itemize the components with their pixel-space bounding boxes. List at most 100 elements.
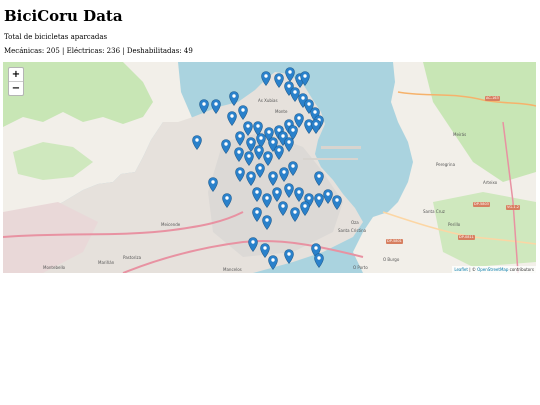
zoom-in-button[interactable]: + bbox=[9, 68, 23, 82]
page-title: BiciCoru Data bbox=[4, 7, 123, 25]
road-shield: DP-0811 bbox=[458, 235, 475, 240]
station-marker[interactable] bbox=[272, 187, 282, 202]
place-label: Peregrina bbox=[436, 162, 456, 167]
map-pin-icon bbox=[262, 193, 272, 208]
leaflet-link[interactable]: Leaflet bbox=[454, 267, 468, 272]
station-marker[interactable] bbox=[262, 193, 272, 208]
map-pin-icon bbox=[192, 135, 202, 150]
map-pin-icon bbox=[252, 207, 262, 222]
station-marker[interactable] bbox=[284, 183, 294, 198]
map-pin-icon bbox=[234, 147, 244, 162]
place-label: Mariñán bbox=[98, 260, 115, 265]
station-marker[interactable] bbox=[248, 237, 258, 252]
map-pin-icon bbox=[332, 195, 342, 210]
station-marker[interactable] bbox=[285, 67, 295, 82]
station-marker[interactable] bbox=[235, 131, 245, 146]
station-marker[interactable] bbox=[229, 91, 239, 106]
station-marker[interactable] bbox=[294, 187, 304, 202]
map-attribution: Leaflet | © OpenStreetMap contributors bbox=[452, 266, 536, 273]
map-pin-icon bbox=[208, 177, 218, 192]
map-pin-icon bbox=[278, 201, 288, 216]
place-label: Meirás bbox=[453, 132, 467, 137]
map-pin-icon bbox=[268, 171, 278, 186]
station-marker[interactable] bbox=[290, 207, 300, 222]
page-subtitle: Total de bicicletas aparcadas bbox=[4, 33, 108, 41]
map-tiles[interactable] bbox=[3, 62, 536, 273]
station-marker[interactable] bbox=[261, 71, 271, 86]
station-marker[interactable] bbox=[288, 161, 298, 176]
station-marker[interactable] bbox=[311, 119, 321, 134]
station-marker[interactable] bbox=[300, 71, 310, 86]
map-pin-icon bbox=[272, 187, 282, 202]
osm-link[interactable]: OpenStreetMap bbox=[477, 267, 508, 272]
map-pin-icon bbox=[248, 237, 258, 252]
place-label: Santa Cruz bbox=[423, 209, 445, 214]
station-marker[interactable] bbox=[278, 201, 288, 216]
map-pin-icon bbox=[274, 145, 284, 160]
station-marker[interactable] bbox=[222, 193, 232, 208]
station-marker[interactable] bbox=[255, 163, 265, 178]
pier-1 bbox=[321, 146, 361, 149]
road-shield: DP-5803 bbox=[473, 202, 490, 207]
station-marker[interactable] bbox=[268, 171, 278, 186]
station-marker[interactable] bbox=[221, 139, 231, 154]
map-pin-icon bbox=[244, 151, 254, 166]
station-marker[interactable] bbox=[199, 99, 209, 114]
map-pin-icon bbox=[290, 207, 300, 222]
place-label: Pastoriza bbox=[123, 255, 142, 260]
map-pin-icon bbox=[252, 187, 262, 202]
station-marker[interactable] bbox=[262, 215, 272, 230]
station-marker[interactable] bbox=[300, 201, 310, 216]
zoom-control: + − bbox=[8, 67, 24, 96]
place-label: Oza bbox=[351, 220, 359, 225]
place-label: Arteixo bbox=[483, 180, 498, 185]
place-label: Perillo bbox=[448, 222, 461, 227]
place-label: O Porto bbox=[353, 265, 368, 270]
station-marker[interactable] bbox=[238, 105, 248, 120]
map-pin-icon bbox=[199, 99, 209, 114]
station-marker[interactable] bbox=[235, 167, 245, 182]
map-pin-icon bbox=[261, 71, 271, 86]
map-pin-icon bbox=[314, 171, 324, 186]
place-label: Montebello bbox=[43, 265, 66, 270]
station-marker[interactable] bbox=[244, 151, 254, 166]
map-pin-icon bbox=[274, 73, 284, 88]
map-pin-icon bbox=[222, 193, 232, 208]
map-pin-icon bbox=[284, 183, 294, 198]
station-marker[interactable] bbox=[332, 195, 342, 210]
station-marker[interactable] bbox=[314, 171, 324, 186]
road-shield: AC-163 bbox=[485, 96, 500, 101]
map-pin-icon bbox=[284, 249, 294, 264]
map-pin-icon bbox=[227, 111, 237, 126]
station-marker[interactable] bbox=[274, 145, 284, 160]
station-marker[interactable] bbox=[284, 249, 294, 264]
station-marker[interactable] bbox=[314, 253, 324, 268]
map-pin-icon bbox=[235, 167, 245, 182]
place-label: Meicende bbox=[161, 222, 181, 227]
station-marker[interactable] bbox=[227, 111, 237, 126]
station-marker[interactable] bbox=[234, 147, 244, 162]
station-marker[interactable] bbox=[284, 137, 294, 152]
map-pin-icon bbox=[229, 91, 239, 106]
map-container[interactable]: As Xubias Monte Meicende Santa Cristina … bbox=[3, 62, 536, 273]
map-pin-icon bbox=[300, 201, 310, 216]
place-label: O Burgo bbox=[383, 257, 400, 262]
map-pin-icon bbox=[211, 99, 221, 114]
map-pin-icon bbox=[268, 255, 278, 270]
zoom-out-button[interactable]: − bbox=[9, 82, 23, 95]
green-west bbox=[3, 62, 153, 127]
station-marker[interactable] bbox=[252, 187, 262, 202]
station-marker[interactable] bbox=[268, 255, 278, 270]
map-pin-icon bbox=[285, 67, 295, 82]
map-pin-icon bbox=[284, 137, 294, 152]
bike-counts: Mecánicas: 205 | Eléctricas: 236 | Desha… bbox=[4, 47, 193, 55]
station-marker[interactable] bbox=[211, 99, 221, 114]
station-marker[interactable] bbox=[208, 177, 218, 192]
map-pin-icon bbox=[235, 131, 245, 146]
attribution-separator: | © bbox=[467, 267, 478, 272]
map-pin-icon bbox=[262, 215, 272, 230]
station-marker[interactable] bbox=[192, 135, 202, 150]
station-marker[interactable] bbox=[252, 207, 262, 222]
station-marker[interactable] bbox=[274, 73, 284, 88]
map-pin-icon bbox=[238, 105, 248, 120]
